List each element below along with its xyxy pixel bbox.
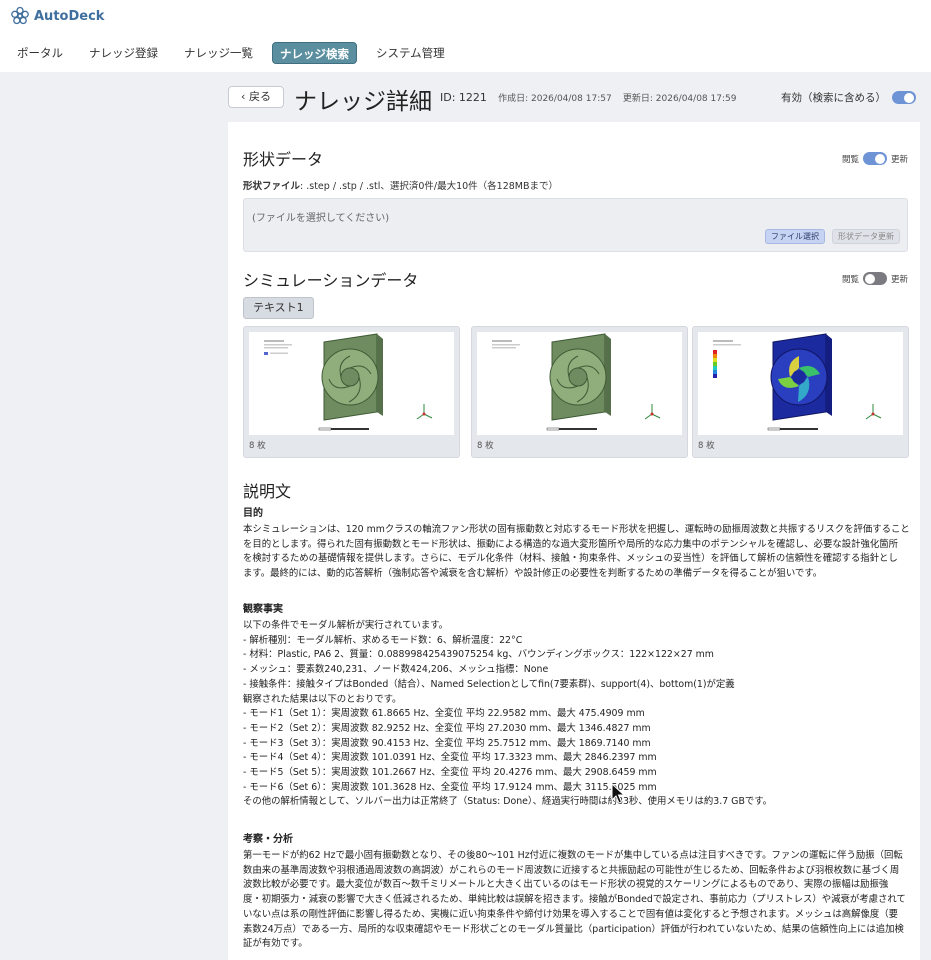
record-meta: ID: 1221 作成日: 2026/04/08 17:57 更新日: 2026… (440, 91, 744, 104)
view-label: 閲覧 (841, 154, 859, 165)
text-line: - モード1（Set 1）：実周波数 61.8665 Hz、全変位 平均 22.… (243, 708, 645, 720)
analysis-text: 第一モードが約62 Hzで最小固有振動数となり、その後80〜101 Hz付近に複… (243, 849, 911, 952)
fan-image-thumbnail (249, 332, 454, 435)
active-label: 有効（検索に含める） (781, 92, 886, 104)
file-select-button[interactable]: ファイル選択 (765, 229, 825, 244)
purpose-text: 本シミュレーションは、120 mmクラスの軸流ファン形状の固有振動数と対応するモ… (243, 523, 911, 582)
text-line: を目的とします。得られた固有振動数とモード形状は、振動による構造的な過大変形箇所… (243, 538, 899, 550)
nav-knowledge-register[interactable]: ナレッジ登録 (82, 42, 165, 64)
file-hint-label: 形状ファイル (243, 181, 301, 192)
simulation-thumbnail[interactable]: 8 枚 (243, 326, 460, 458)
text-line: - モード5（Set 5）：実周波数 101.2667 Hz、全変位 平均 20… (243, 767, 657, 779)
simulation-thumbnail[interactable]: 8 枚 (692, 326, 909, 458)
detail-header: ‹ 戻る ナレッジ詳細 ID: 1221 作成日: 2026/04/08 17:… (228, 82, 920, 115)
simulation-mode-switch: 閲覧 更新 (842, 272, 908, 285)
app-name: AutoDeck (34, 8, 105, 24)
image-count: 8 枚 (249, 441, 266, 451)
file-placeholder: (ファイルを選択してください) (252, 213, 390, 224)
text-line: 証が有効です。 (243, 938, 308, 950)
text-line: - モード6（Set 6）：実周波数 101.3628 Hz、全変位 平均 17… (243, 781, 657, 793)
tab-text1[interactable]: テキスト1 (243, 297, 314, 319)
observation-text: 以下の条件でモーダル解析が実行されています。 - 解析種別：モーダル解析、求める… (243, 619, 911, 810)
text-line: いない点は系の剛性評価に影響し得るため、実機に近い拘束条件や締付け効果を導入する… (243, 908, 899, 920)
text-line: - モード2（Set 2）：実周波数 82.9252 Hz、全変位 平均 27.… (243, 722, 651, 734)
top-bar: AutoDeck ポータル ナレッジ登録 ナレッジ一覧 ナレッジ検索 システム管… (0, 0, 931, 72)
edit-label: 更新 (890, 274, 908, 285)
text-line: 波数比較が必要です。最大変位が数百〜数千ミリメートルと大きく出ているのはモード形… (243, 879, 889, 891)
flower-logo-icon (11, 6, 29, 25)
view-label: 閲覧 (841, 274, 859, 285)
mouse-cursor-icon (611, 783, 625, 804)
active-toggle[interactable] (892, 91, 916, 104)
app-logo[interactable]: AutoDeck (10, 6, 104, 26)
text-line: - モード3（Set 3）：実周波数 90.4153 Hz、全変位 平均 25.… (243, 737, 651, 749)
text-line: 数由来の基準周波数や羽根通過周波数の高調波）がこれらのモード周波数に近接すると共… (243, 864, 900, 876)
text-line: 本シミュレーションは、120 mmクラスの軸流ファン形状の固有振動数と対応するモ… (243, 524, 910, 535)
shape-update-button[interactable]: 形状データ更新 (832, 229, 900, 244)
text-line: 第一モードが約62 Hzで最小固有振動数となり、その後80〜101 Hz付近に複… (243, 850, 903, 861)
fan-image-thumbnail (477, 332, 682, 435)
active-toggle-row: 有効（検索に含める） (781, 90, 916, 105)
text-line: - 解析種別：モーダル解析、求めるモード数：6、解析温度：22°C (243, 634, 523, 646)
nav-knowledge-list[interactable]: ナレッジ一覧 (177, 42, 260, 64)
nav-knowledge-search[interactable]: ナレッジ検索 (272, 42, 357, 64)
text-line: - メッシュ：要素数240,231、ノード数424,206、メッシュ指標：Non… (243, 664, 549, 676)
text-line: - 材料：Plastic, PA6 2、質量：0.088998425439075… (243, 649, 714, 661)
nav-portal[interactable]: ポータル (10, 42, 70, 64)
text-line: ます。最終的には、動的応答解析（強制応答や減衰を含む解析）や設計修正の必要性を判… (243, 568, 823, 580)
analysis-heading: 考察・分析 (243, 834, 293, 845)
detail-card: 形状データ 閲覧 更新 形状ファイル: .step / .stp / .stl、… (228, 122, 920, 960)
back-button[interactable]: ‹ 戻る (228, 86, 284, 108)
file-hint: 形状ファイル: .step / .stp / .stl、選択済0件/最大10件（… (243, 178, 558, 192)
edit-label: 更新 (890, 154, 908, 165)
image-count: 8 枚 (477, 441, 494, 451)
text-line: 素数24万点）である一方、局所的な収束確認やモード形状ごとのモーダル質量比（pa… (243, 923, 904, 935)
simulation-section-title: シミュレーションデータ (243, 271, 419, 290)
page-title: ナレッジ詳細 (294, 89, 432, 115)
created-date: 作成日: 2026/04/08 17:57 (498, 94, 612, 104)
shape-edit-toggle[interactable] (862, 152, 887, 165)
purpose-heading: 目的 (243, 508, 263, 519)
shape-mode-switch: 閲覧 更新 (842, 152, 908, 165)
file-drop-box[interactable]: (ファイルを選択してください) ファイル選択 形状データ更新 (243, 198, 908, 252)
file-hint-text: : .step / .stp / .stl、選択済0件/最大10件（各128MB… (300, 181, 559, 192)
fan-image-thumbnail (698, 332, 903, 435)
text-line: その他の解析情報として、ソルバー出力は正常終了（Status: Done）、経過… (243, 796, 773, 808)
simulation-thumbnail[interactable]: 8 枚 (471, 326, 688, 458)
text-line: 度・初期張力・減衰の影響で大きく低減されるため、単純比較は誤解を招きます。接触が… (243, 894, 906, 906)
shape-section-title: 形状データ (243, 150, 324, 169)
main-nav: ポータル ナレッジ登録 ナレッジ一覧 ナレッジ検索 システム管理 (10, 42, 458, 64)
text-line: を検討するための基礎情報を提供します。さらに、モデル化条件（材料、接触・拘束条件… (243, 553, 898, 565)
back-label: 戻る (248, 90, 271, 103)
record-id: ID: 1221 (440, 91, 487, 104)
text-line: 以下の条件でモーダル解析が実行されています。 (243, 620, 449, 631)
chevron-left-icon: ‹ (241, 90, 249, 103)
description-title: 説明文 (243, 482, 292, 501)
image-count: 8 枚 (698, 441, 715, 451)
text-line: - モード4（Set 4）：実周波数 101.0391 Hz、全変位 平均 17… (243, 752, 657, 764)
updated-date: 更新日: 2026/04/08 17:59 (622, 94, 737, 104)
text-line: 観察された結果は以下のとおりです。 (243, 693, 402, 705)
nav-system-admin[interactable]: システム管理 (369, 42, 452, 64)
observation-heading: 観察事実 (243, 604, 283, 615)
text-line: - 接触条件：接触タイプはBonded（結合）、Named Selectionと… (243, 678, 735, 690)
simulation-edit-toggle[interactable] (862, 272, 887, 285)
